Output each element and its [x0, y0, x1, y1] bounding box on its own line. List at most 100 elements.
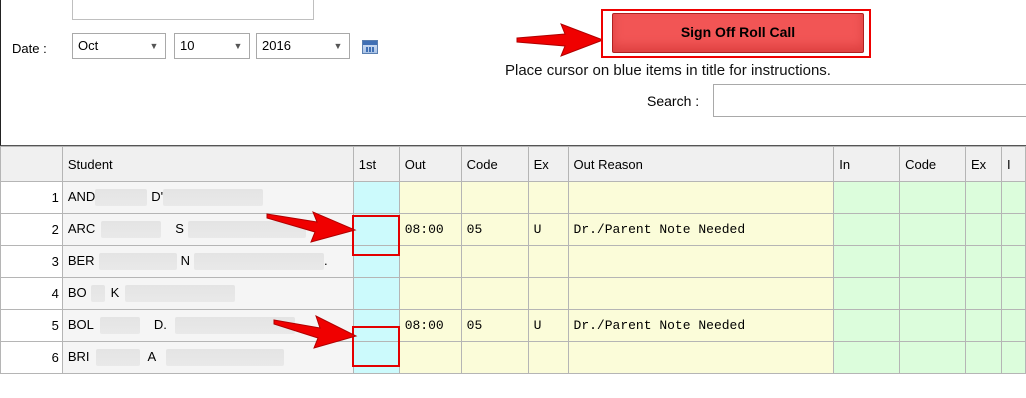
column-header-row-number [0, 146, 63, 182]
table-row: 6 BRI A [0, 341, 1026, 374]
out-reason-cell[interactable]: Dr./Parent Note Needed [567, 213, 835, 246]
in-code-cell[interactable] [899, 277, 966, 310]
column-header-in-ex[interactable]: Ex [964, 146, 1002, 182]
student-name-part: D' [151, 188, 164, 204]
in-code-cell[interactable] [899, 213, 966, 246]
in-ex-cell[interactable] [964, 213, 1002, 246]
in-ex-cell[interactable] [964, 309, 1002, 342]
in-ex-cell[interactable] [964, 277, 1002, 310]
month-value: Oct [78, 38, 99, 53]
truncated-cell[interactable] [1000, 245, 1026, 278]
truncated-cell[interactable] [1000, 277, 1026, 310]
truncated-cell[interactable] [1000, 213, 1026, 246]
table-row: 4 BO K [0, 277, 1026, 310]
out-ex-cell[interactable] [527, 181, 569, 214]
in-time-cell[interactable] [833, 277, 901, 310]
search-label: Search : [647, 93, 700, 109]
out-ex-cell[interactable] [527, 341, 569, 374]
calendar-icon[interactable] [362, 40, 378, 54]
out-time-cell[interactable]: 08:00 [398, 213, 462, 246]
table-header-row: Student 1st Out Code Ex Out Reason In Co… [0, 146, 1026, 182]
student-name-part: A [147, 348, 157, 364]
column-header-in[interactable]: In [833, 146, 901, 182]
out-time-cell[interactable]: 08:00 [398, 309, 462, 342]
row-number: 3 [0, 245, 63, 278]
in-code-cell[interactable] [899, 181, 966, 214]
column-header-in-code[interactable]: Code [899, 146, 966, 182]
column-header-out[interactable]: Out [398, 146, 462, 182]
out-time-cell[interactable] [398, 181, 462, 214]
out-reason-cell[interactable] [567, 245, 835, 278]
row-number: 4 [0, 277, 63, 310]
student-name-cell[interactable]: BER N. [61, 245, 354, 278]
out-reason-cell[interactable] [567, 341, 835, 374]
chevron-down-icon: ▼ [149, 41, 159, 51]
column-header-ex[interactable]: Ex [527, 146, 569, 182]
out-reason-cell[interactable]: Dr./Parent Note Needed [567, 309, 835, 342]
staff-field[interactable] [72, 0, 314, 20]
column-header-out-reason[interactable]: Out Reason [567, 146, 835, 182]
table-row: 3 BER N. [0, 245, 1026, 278]
row-number: 1 [0, 181, 63, 214]
in-code-cell[interactable] [899, 341, 966, 374]
year-select[interactable]: 2016 ▼ [256, 33, 350, 59]
out-code-cell[interactable] [460, 277, 529, 310]
out-ex-cell[interactable] [527, 277, 569, 310]
chevron-down-icon: ▼ [333, 41, 343, 51]
out-code-cell[interactable]: 05 [460, 309, 529, 342]
in-ex-cell[interactable] [964, 245, 1002, 278]
student-name-part: ARC [67, 220, 96, 236]
in-time-cell[interactable] [833, 213, 901, 246]
truncated-cell[interactable] [1000, 341, 1026, 374]
student-name-part: BRI [67, 348, 90, 364]
student-name-part: BOL [67, 316, 94, 332]
truncated-cell[interactable] [1000, 309, 1026, 342]
period-cell[interactable] [352, 277, 400, 310]
column-header-truncated[interactable]: I [1000, 146, 1026, 182]
out-reason-cell[interactable] [567, 181, 835, 214]
in-time-cell[interactable] [833, 341, 901, 374]
out-ex-cell[interactable] [527, 245, 569, 278]
column-header-1st[interactable]: 1st [352, 146, 400, 182]
column-header-student[interactable]: Student [61, 146, 354, 182]
roll-call-table: Student 1st Out Code Ex Out Reason In Co… [0, 146, 1026, 374]
search-input[interactable] [713, 84, 1026, 117]
out-code-cell[interactable] [460, 181, 529, 214]
day-value: 10 [180, 38, 195, 53]
instructions-text: Place cursor on blue items in title for … [505, 62, 831, 79]
in-time-cell[interactable] [833, 181, 901, 214]
date-label: Date : [12, 41, 47, 56]
red-arrow-icon [273, 315, 358, 349]
in-code-cell[interactable] [899, 309, 966, 342]
in-time-cell[interactable] [833, 245, 901, 278]
out-code-cell[interactable] [460, 245, 529, 278]
day-select[interactable]: 10 ▼ [174, 33, 250, 59]
out-code-cell[interactable]: 05 [460, 213, 529, 246]
year-value: 2016 [262, 38, 291, 53]
period-cell[interactable] [352, 181, 400, 214]
out-reason-cell[interactable] [567, 277, 835, 310]
red-arrow-icon [266, 211, 357, 243]
sign-off-roll-call-button[interactable]: Sign Off Roll Call [612, 13, 864, 53]
row-number: 5 [0, 309, 63, 342]
in-time-cell[interactable] [833, 309, 901, 342]
chevron-down-icon: ▼ [233, 41, 243, 51]
period-cell-highlight [352, 326, 400, 367]
truncated-cell[interactable] [1000, 181, 1026, 214]
student-name-part: BER [67, 252, 95, 268]
column-header-code[interactable]: Code [460, 146, 529, 182]
out-ex-cell[interactable]: U [527, 213, 569, 246]
out-time-cell[interactable] [398, 341, 462, 374]
period-cell-highlight [352, 215, 400, 256]
in-ex-cell[interactable] [964, 341, 1002, 374]
out-ex-cell[interactable]: U [527, 309, 569, 342]
in-code-cell[interactable] [899, 245, 966, 278]
out-time-cell[interactable] [398, 277, 462, 310]
out-time-cell[interactable] [398, 245, 462, 278]
student-name-part: S [175, 220, 184, 236]
student-name-part: . [323, 252, 328, 268]
month-select[interactable]: Oct ▼ [72, 33, 166, 59]
out-code-cell[interactable] [460, 341, 529, 374]
in-ex-cell[interactable] [964, 181, 1002, 214]
student-name-cell[interactable]: BO K [61, 277, 354, 310]
